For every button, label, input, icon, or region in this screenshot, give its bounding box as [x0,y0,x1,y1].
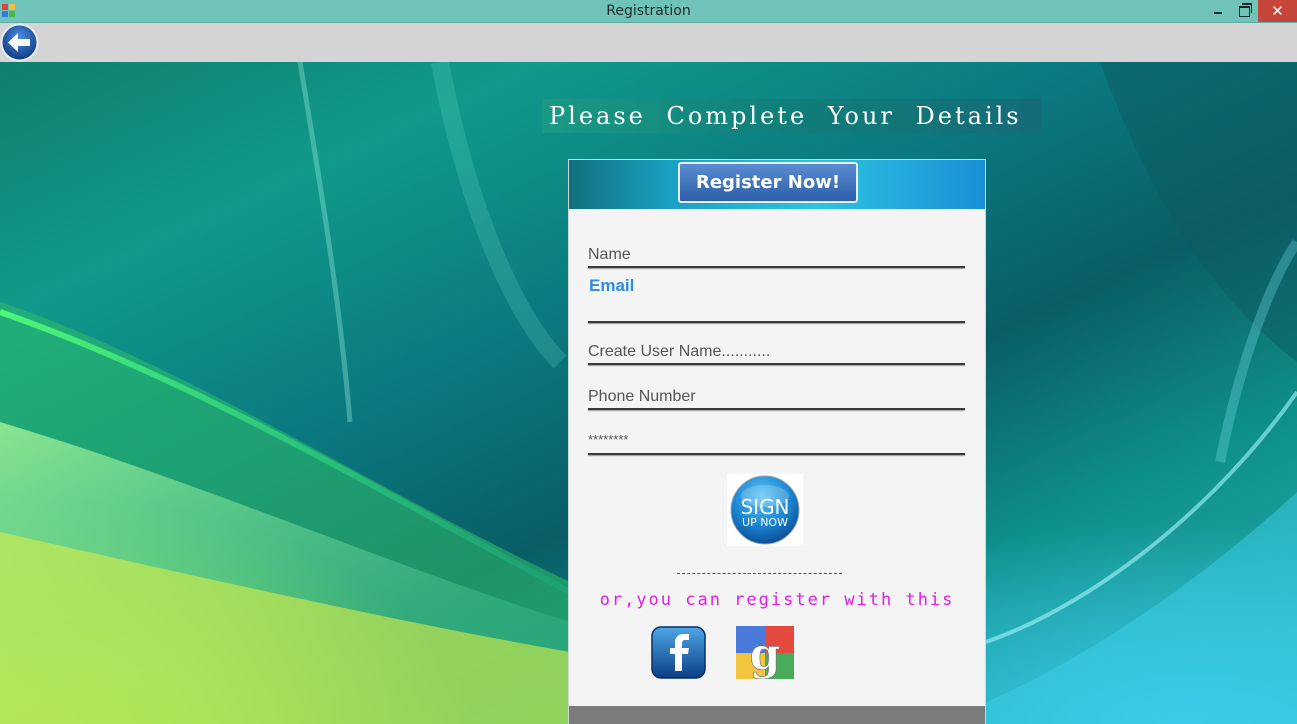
sign-up-now-icon: SIGN UP NOW [727,474,803,546]
username-field[interactable]: Create User Name........... [588,343,965,367]
form-header: Register Now! [569,160,985,209]
sign-up-now-button[interactable]: SIGN UP NOW [727,474,803,546]
close-icon: ✕ [1271,2,1284,20]
toolbar [0,23,1297,62]
password-field[interactable]: ******** [588,432,965,456]
field-underline [588,321,965,323]
name-field[interactable]: Name [588,246,965,270]
divider [677,573,842,574]
username-placeholder: Create User Name........... [588,343,771,360]
phone-placeholder: Phone Number [588,388,696,405]
page-title: Please Complete Your Details [542,99,1041,133]
password-placeholder: ******** [588,432,629,447]
email-field[interactable] [588,301,965,325]
email-label: Email [589,276,635,295]
name-placeholder: Name [588,246,631,263]
window-title: Registration [606,3,691,19]
field-underline [588,266,965,268]
close-button[interactable]: ✕ [1258,0,1297,22]
google-icon[interactable]: g [736,626,794,680]
restore-button[interactable] [1231,0,1257,22]
register-now-button[interactable]: Register Now! [678,162,858,203]
field-underline [588,408,965,410]
title-bar: Registration ✕ [0,0,1297,23]
minimize-button[interactable] [1205,0,1231,22]
facebook-icon [651,626,706,679]
alt-register-text: or,you can register with this [599,590,955,610]
google-icon: g [736,626,794,680]
arrow-left-icon [0,23,39,62]
registration-form: Register Now! Name Email Create User Nam… [568,159,986,724]
back-button[interactable] [0,23,39,62]
field-underline [588,453,965,455]
facebook-icon[interactable] [651,626,706,679]
svg-text:g: g [750,629,781,679]
form-footer [569,706,985,724]
up-now-text: UP NOW [742,516,788,529]
phone-field[interactable]: Phone Number [588,388,965,412]
field-underline [588,363,965,365]
